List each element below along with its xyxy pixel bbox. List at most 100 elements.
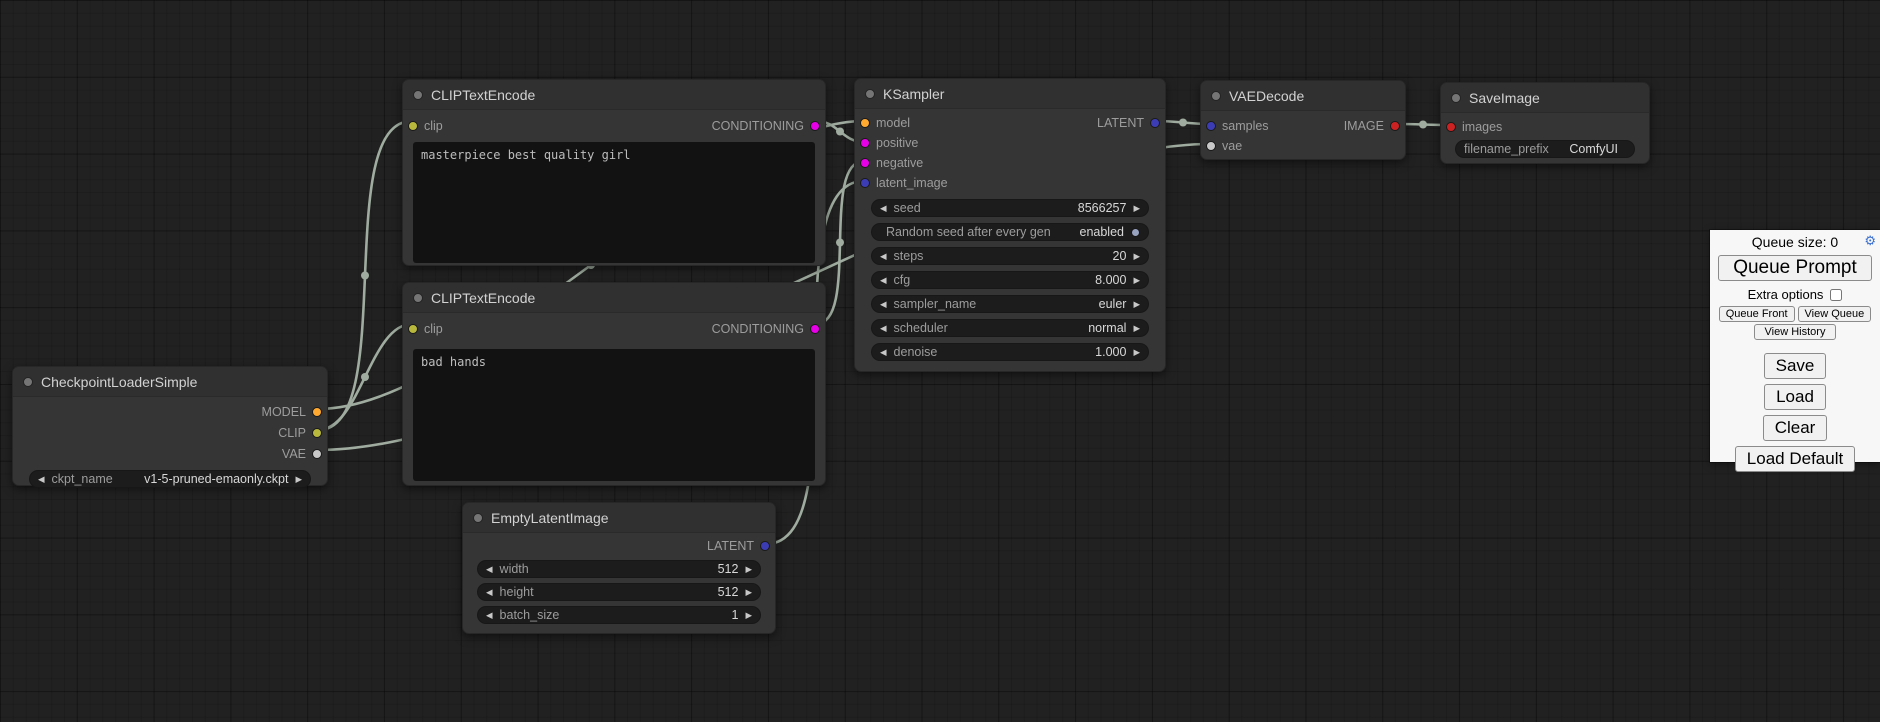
link-midpoint-dot [1179,119,1187,127]
node-title-bar[interactable]: VAEDecode [1201,81,1405,111]
load-default-button[interactable]: Load Default [1735,446,1855,472]
vae-output-slot[interactable] [312,449,322,459]
decrement-arrow-icon[interactable]: ◀ [880,204,887,213]
increment-arrow-icon[interactable]: ▶ [745,588,752,597]
view-history-button[interactable]: View History [1754,324,1837,340]
vae-input-label: vae [1222,139,1242,153]
save-button[interactable]: Save [1764,353,1827,379]
node-title: CLIPTextEncode [431,87,535,103]
extra-options-label: Extra options [1748,287,1824,302]
decrement-arrow-icon[interactable]: ◀ [880,252,887,261]
clip-text-encode-positive-node[interactable]: CLIPTextEncode clip CONDITIONING masterp… [402,79,826,266]
sampler-name-widget[interactable]: ◀ sampler_name euler ▶ [871,295,1149,313]
denoise-widget[interactable]: ◀ denoise 1.000 ▶ [871,343,1149,361]
decrement-arrow-icon[interactable]: ◀ [880,276,887,285]
save-image-node[interactable]: SaveImage images filename_prefix ComfyUI [1440,82,1650,164]
clip-output-slot[interactable] [312,428,322,438]
node-status-icon [413,293,423,303]
latent-image-input-slot[interactable] [860,178,870,188]
positive-prompt-textarea[interactable]: masterpiece best quality girl [413,142,815,263]
samples-input-slot[interactable] [1206,121,1216,131]
extra-options-checkbox[interactable] [1830,289,1842,301]
queue-front-button[interactable]: Queue Front [1719,306,1795,322]
widget-value: 20 [1113,249,1127,263]
widget-value: 8.000 [1095,273,1126,287]
widget-value: euler [1099,297,1127,311]
conditioning-output-slot[interactable] [810,121,820,131]
image-output-slot[interactable] [1390,121,1400,131]
seed-widget[interactable]: ◀ seed 8566257 ▶ [871,199,1149,217]
model-input-slot[interactable] [860,118,870,128]
node-title-bar[interactable]: CheckpointLoaderSimple [13,367,327,397]
node-title-bar[interactable]: KSampler [855,79,1165,109]
prev-option-arrow-icon[interactable]: ◀ [880,300,887,309]
conditioning-output-label: CONDITIONING [712,119,804,133]
latent-image-input-label: latent_image [876,176,948,190]
samples-input-label: samples [1222,119,1269,133]
link-midpoint-dot [361,272,369,280]
increment-arrow-icon[interactable]: ▶ [1133,348,1140,357]
negative-input-label: negative [876,156,923,170]
decrement-arrow-icon[interactable]: ◀ [880,348,887,357]
model-output-slot[interactable] [312,407,322,417]
clip-input-slot[interactable] [408,324,418,334]
clear-button[interactable]: Clear [1763,415,1828,441]
load-button[interactable]: Load [1764,384,1826,410]
clip-input-label: clip [424,119,443,133]
height-widget[interactable]: ◀ height 512 ▶ [477,583,761,601]
node-title-bar[interactable]: CLIPTextEncode [403,80,825,110]
latent-output-label: LATENT [1097,116,1144,130]
prev-option-arrow-icon[interactable]: ◀ [38,475,45,484]
width-widget[interactable]: ◀ width 512 ▶ [477,560,761,578]
latent-output-slot[interactable] [1150,118,1160,128]
comfyui-canvas[interactable]: { "icons": { "arrow_left": "◀", "arrow_r… [0,0,1880,722]
clip-input-slot[interactable] [408,121,418,131]
prev-option-arrow-icon[interactable]: ◀ [880,324,887,333]
queue-prompt-button[interactable]: Queue Prompt [1718,255,1872,281]
view-queue-button[interactable]: View Queue [1798,306,1872,322]
negative-prompt-textarea[interactable]: bad hands [413,349,815,481]
filename-prefix-widget[interactable]: filename_prefix ComfyUI [1455,140,1635,158]
node-title: EmptyLatentImage [491,510,609,526]
conditioning-output-label: CONDITIONING [712,322,804,336]
next-option-arrow-icon[interactable]: ▶ [1133,324,1140,333]
increment-arrow-icon[interactable]: ▶ [745,611,752,620]
decrement-arrow-icon[interactable]: ◀ [486,611,493,620]
clip-output-label: CLIP [278,426,306,440]
cfg-widget[interactable]: ◀ cfg 8.000 ▶ [871,271,1149,289]
increment-arrow-icon[interactable]: ▶ [1133,276,1140,285]
next-option-arrow-icon[interactable]: ▶ [295,475,302,484]
widget-label: scheduler [894,321,948,335]
checkpoint-loader-node[interactable]: CheckpointLoaderSimple MODEL CLIP VAE ◀ … [12,366,328,486]
widget-label: denoise [894,345,938,359]
scheduler-widget[interactable]: ◀ scheduler normal ▶ [871,319,1149,337]
vae-input-slot[interactable] [1206,141,1216,151]
node-title-bar[interactable]: EmptyLatentImage [463,503,775,533]
ksampler-node[interactable]: KSampler model LATENT positive negative [854,78,1166,372]
empty-latent-image-node[interactable]: EmptyLatentImage LATENT ◀ width 512 ▶ ◀ … [462,502,776,634]
conditioning-output-slot[interactable] [810,324,820,334]
settings-gear-icon[interactable]: ⚙ [1864,233,1876,249]
node-status-icon [23,377,33,387]
vae-output-label: VAE [282,447,306,461]
decrement-arrow-icon[interactable]: ◀ [486,565,493,574]
toggle-state-icon[interactable] [1131,228,1140,237]
random-seed-toggle-widget[interactable]: Random seed after every gen enabled [871,223,1149,241]
latent-output-slot[interactable] [760,541,770,551]
images-input-slot[interactable] [1446,122,1456,132]
batch-size-widget[interactable]: ◀ batch_size 1 ▶ [477,606,761,624]
ckpt-name-widget[interactable]: ◀ ckpt_name v1-5-pruned-emaonly.ckpt ▶ [29,470,311,488]
model-output-label: MODEL [262,405,306,419]
steps-widget[interactable]: ◀ steps 20 ▶ [871,247,1149,265]
increment-arrow-icon[interactable]: ▶ [745,565,752,574]
node-title-bar[interactable]: CLIPTextEncode [403,283,825,313]
vae-decode-node[interactable]: VAEDecode samples IMAGE vae [1200,80,1406,160]
negative-input-slot[interactable] [860,158,870,168]
node-title-bar[interactable]: SaveImage [1441,83,1649,113]
increment-arrow-icon[interactable]: ▶ [1133,252,1140,261]
clip-text-encode-negative-node[interactable]: CLIPTextEncode clip CONDITIONING bad han… [402,282,826,486]
next-option-arrow-icon[interactable]: ▶ [1133,300,1140,309]
positive-input-slot[interactable] [860,138,870,148]
increment-arrow-icon[interactable]: ▶ [1133,204,1140,213]
decrement-arrow-icon[interactable]: ◀ [486,588,493,597]
